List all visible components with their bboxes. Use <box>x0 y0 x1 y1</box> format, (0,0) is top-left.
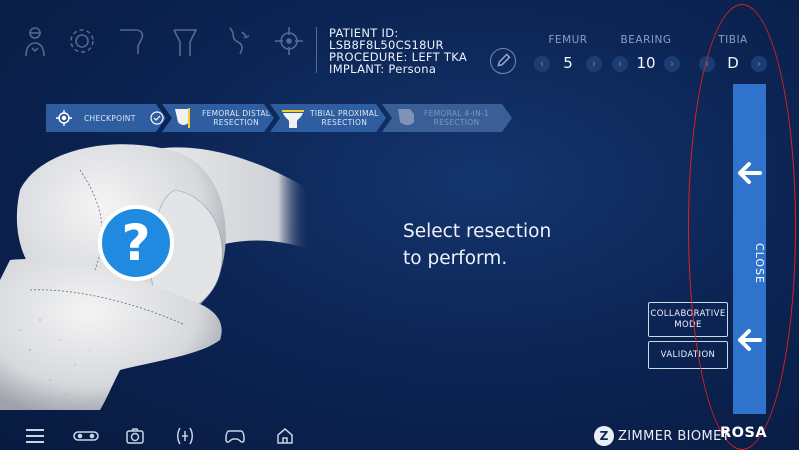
femur-label: FEMUR <box>548 34 588 46</box>
annotation-ellipse <box>688 4 796 450</box>
edit-pencil-icon[interactable] <box>490 48 516 74</box>
instruction-prompt: Select resection to perform. <box>403 218 551 272</box>
patient-info: PATIENT ID: LSB8F8L50CS18UR PROCEDURE: L… <box>316 26 516 76</box>
leg-alignment-icon[interactable] <box>166 24 204 58</box>
knee-bend-icon[interactable] <box>112 24 150 58</box>
step-checkpoint[interactable]: CHECKPOINT <box>46 104 166 132</box>
patient-id: PATIENT ID: LSB8F8L50CS18UR <box>329 26 444 52</box>
step-tibial-proximal-line1: TIBIAL PROXIMAL <box>310 109 379 118</box>
prompt-line1: Select resection <box>403 221 552 242</box>
femur-chamfer-icon <box>394 106 418 130</box>
target-icon[interactable] <box>270 24 308 58</box>
femur-increase-chevron-icon[interactable]: › <box>586 56 602 72</box>
prompt-line2: to perform. <box>403 248 508 269</box>
camera-icon[interactable] <box>124 427 146 445</box>
step-femoral-4in1-line2: RESECTION <box>433 118 480 127</box>
settings-gear-icon[interactable] <box>63 24 101 58</box>
brand-footer: Z ZIMMER BIOMET ROSA <box>594 425 767 446</box>
step-femoral-distal[interactable]: FEMORAL DISTAL RESECTION <box>162 104 274 132</box>
brand-name: ZIMMER BIOMET <box>618 428 731 444</box>
ligament-icon[interactable] <box>218 24 256 58</box>
home-icon[interactable] <box>274 427 296 445</box>
tibia-bone-icon <box>280 106 306 130</box>
help-question-icon[interactable]: ? <box>98 205 174 281</box>
step-tibial-proximal[interactable]: TIBIAL PROXIMAL RESECTION <box>270 104 386 132</box>
menu-icon[interactable] <box>24 427 46 445</box>
bearing-label: BEARING <box>620 34 672 46</box>
femur-bone-icon <box>172 106 196 130</box>
product-name: ROSA <box>720 425 768 441</box>
knee-3d-model[interactable]: ? <box>0 140 310 410</box>
step-tibial-proximal-line2: RESECTION <box>321 118 368 127</box>
femur-selector: FEMUR ‹ 5 › <box>532 34 604 74</box>
zimmer-biomet-logo-icon: Z <box>594 426 614 446</box>
step-checkpoint-label: CHECKPOINT <box>84 113 136 123</box>
target-icon <box>54 108 74 128</box>
implant: IMPLANT: Persona <box>329 62 437 76</box>
check-circle-icon <box>150 111 164 125</box>
bearing-selector: BEARING ‹ 10 › <box>610 34 682 74</box>
step-femoral-distal-line2: RESECTION <box>213 118 259 127</box>
help-symbol: ? <box>121 214 151 272</box>
bearing-increase-chevron-icon[interactable]: › <box>664 56 680 72</box>
tracker-icon[interactable] <box>72 427 100 445</box>
step-femoral-4in1[interactable]: FEMORAL 4-IN-1 RESECTION <box>382 104 512 132</box>
step-femoral-distal-line1: FEMORAL DISTAL <box>202 109 271 118</box>
foot-pedal-icon[interactable] <box>174 427 196 445</box>
gamepad-icon[interactable] <box>224 427 246 445</box>
top-toolbar: PATIENT ID: LSB8F8L50CS18UR PROCEDURE: L… <box>0 0 799 78</box>
surgeon-icon[interactable] <box>16 24 54 58</box>
step-femoral-4in1-line1: FEMORAL 4-IN-1 <box>424 109 490 118</box>
